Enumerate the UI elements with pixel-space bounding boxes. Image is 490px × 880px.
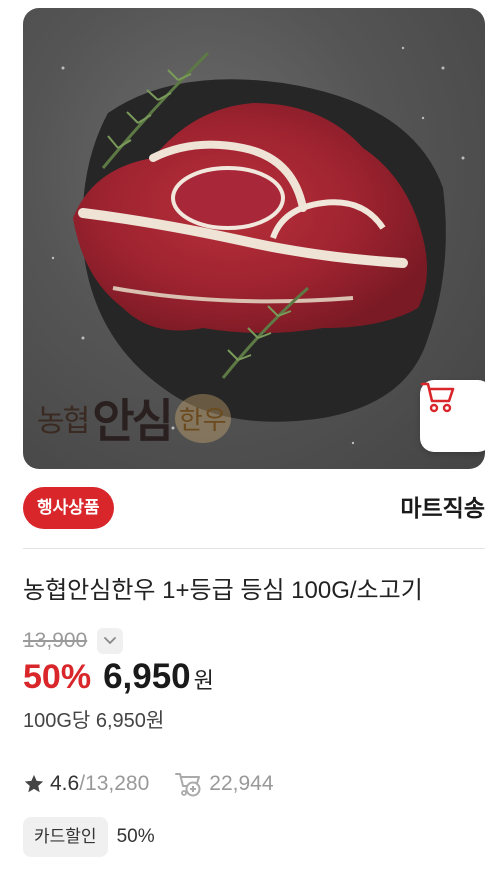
discount-rate: 50% <box>23 658 92 696</box>
card-discount-row: 카드할인 50% <box>23 816 155 858</box>
divider <box>23 548 485 549</box>
chevron-down-icon <box>104 637 117 645</box>
unit-price: 100G당 6,950원 <box>23 710 165 732</box>
currency-unit: 원 <box>193 668 214 693</box>
price-detail-toggle[interactable] <box>97 628 124 654</box>
card-discount-badge: 카드할인 <box>23 817 108 857</box>
card-discount-rate: 50% <box>116 826 155 847</box>
event-badge: 행사상품 <box>23 487 114 529</box>
cart-plus-icon <box>175 773 201 797</box>
product-card[interactable]: 농협 안심 한우 행사상품 마트직송 농협안심한우 1+등급 등심 100G/소… <box>0 0 490 880</box>
brand-logo: 농협 안심 한우 <box>37 388 231 448</box>
review-count[interactable]: /13,280 <box>79 772 149 796</box>
price-row: 50% 6,950 원 <box>23 657 214 703</box>
stats-row: 4.6 /13,280 22,944 <box>23 767 274 801</box>
rating-value: 4.6 <box>50 772 80 795</box>
brand-logo-part: 안심 <box>92 394 174 448</box>
delivery-type-label: 마트직송 <box>400 495 485 521</box>
product-image[interactable]: 농협 안심 한우 <box>23 8 485 469</box>
cart-icon <box>420 382 455 413</box>
add-to-cart-button[interactable] <box>420 380 485 452</box>
star-icon <box>24 774 44 793</box>
cart-count: 22,944 <box>209 772 274 795</box>
brand-logo-part: 한우 <box>174 393 231 443</box>
original-price-row: 13,900 <box>23 626 124 656</box>
brand-logo-part: 농협 <box>37 404 90 439</box>
original-price: 13,900 <box>23 629 88 652</box>
sale-price: 6,950 <box>103 657 191 696</box>
cart-count-group: 22,944 <box>175 771 274 797</box>
product-name[interactable]: 농협안심한우 1+등급 등심 100G/소고기 <box>23 574 423 608</box>
